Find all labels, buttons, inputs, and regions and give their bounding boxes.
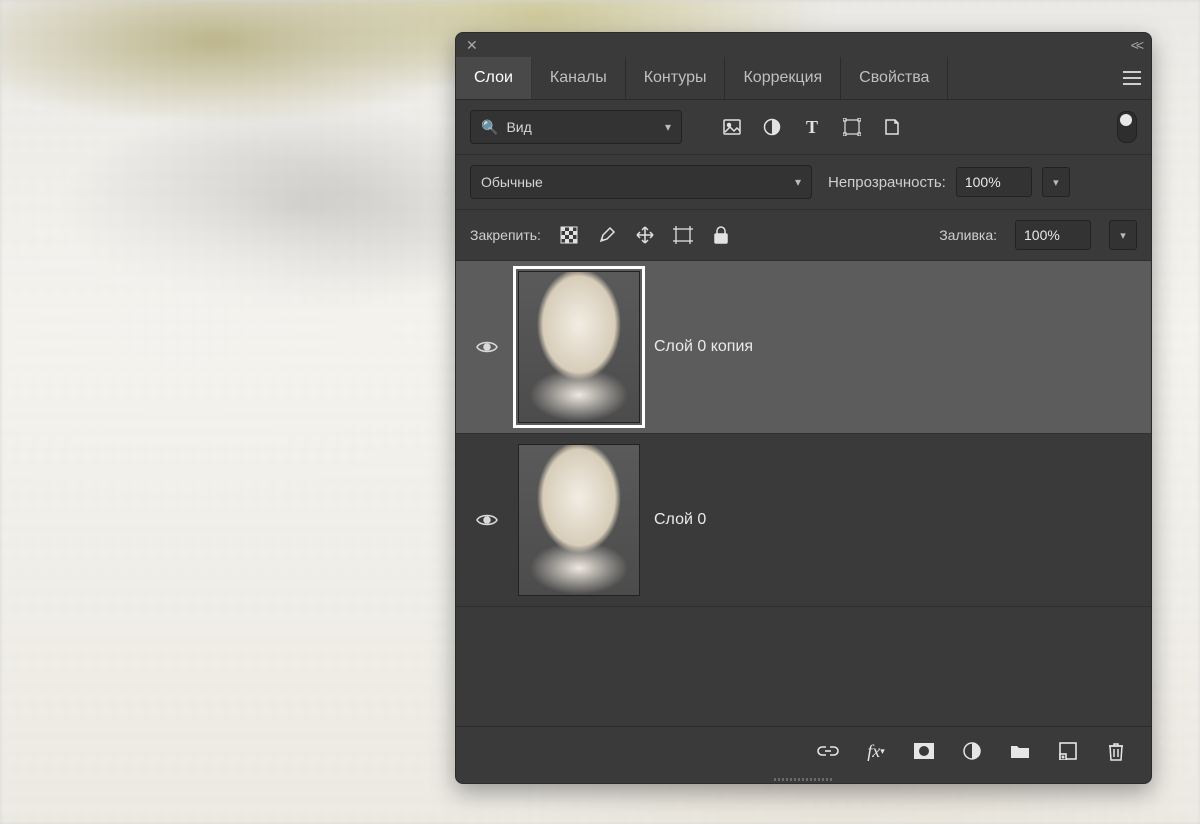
blend-mode-value: Обычные xyxy=(481,174,543,190)
layers-footer: fx▾ xyxy=(456,726,1151,775)
adjustment-icon[interactable] xyxy=(762,117,782,137)
panel-tabs: Слои Каналы Контуры Коррекция Свойства xyxy=(456,57,1151,100)
tab-label: Каналы xyxy=(550,69,607,87)
visibility-eye-icon[interactable] xyxy=(470,339,504,355)
tab-label: Слои xyxy=(474,69,513,87)
search-icon: 🔍 xyxy=(481,119,498,136)
layers-panel: ✕ << Слои Каналы Контуры Коррекция Свойс… xyxy=(455,32,1152,784)
filter-toggle[interactable] xyxy=(1117,111,1137,143)
close-icon[interactable]: ✕ xyxy=(466,37,478,54)
fill-label: Заливка: xyxy=(939,227,997,243)
shape-icon[interactable] xyxy=(842,117,862,137)
chevron-down-icon: ▾ xyxy=(665,120,671,134)
panel-menu-icon[interactable] xyxy=(1113,57,1151,99)
opacity-chevron[interactable]: ▾ xyxy=(1042,167,1070,197)
lock-fill-row: Закрепить: Заливка: 100% ▾ xyxy=(456,210,1151,261)
fill-chevron[interactable]: ▾ xyxy=(1109,220,1137,250)
layer-row[interactable]: Слой 0 копия xyxy=(456,261,1151,434)
lock-label: Закрепить: xyxy=(470,227,541,243)
tab-adjustments[interactable]: Коррекция xyxy=(725,57,841,99)
fx-icon[interactable]: fx▾ xyxy=(865,740,887,762)
tab-properties[interactable]: Свойства xyxy=(841,57,948,99)
opacity-label: Непрозрачность: xyxy=(828,174,946,191)
newlayer-icon[interactable] xyxy=(1057,740,1079,762)
layer-filter-row: 🔍 Вид ▾ T xyxy=(456,100,1151,155)
adjustmentlayer-icon[interactable] xyxy=(961,740,983,762)
type-icon[interactable]: T xyxy=(802,117,822,137)
layer-name[interactable]: Слой 0 копия xyxy=(654,338,753,356)
layer-list: Слой 0 копия Слой 0 xyxy=(456,261,1151,726)
tab-layers[interactable]: Слои xyxy=(456,57,532,99)
lock-pixels-icon[interactable] xyxy=(597,225,617,245)
layer-name[interactable]: Слой 0 xyxy=(654,511,706,529)
lock-transparency-icon[interactable] xyxy=(559,225,579,245)
tab-label: Коррекция xyxy=(743,69,822,87)
fill-value: 100% xyxy=(1024,227,1060,243)
layer-thumbnail[interactable] xyxy=(518,444,640,596)
panel-titlebar: ✕ << xyxy=(456,33,1151,57)
filter-type-icons: T xyxy=(722,117,902,137)
trash-icon[interactable] xyxy=(1105,740,1127,762)
group-icon[interactable] xyxy=(1009,740,1031,762)
fill-value-input[interactable]: 100% xyxy=(1015,220,1091,250)
mask-icon[interactable] xyxy=(913,740,935,762)
tab-label: Контуры xyxy=(644,69,707,87)
link-icon[interactable] xyxy=(817,740,839,762)
lock-position-icon[interactable] xyxy=(635,225,655,245)
collapse-icon[interactable]: << xyxy=(1131,37,1141,53)
resize-grip[interactable] xyxy=(456,775,1151,783)
smartobject-icon[interactable] xyxy=(882,117,902,137)
filter-kind-label: Вид xyxy=(506,119,531,135)
visibility-eye-icon[interactable] xyxy=(470,512,504,528)
tab-channels[interactable]: Каналы xyxy=(532,57,626,99)
layer-row[interactable]: Слой 0 xyxy=(456,434,1151,607)
opacity-value-input[interactable]: 100% xyxy=(956,167,1032,197)
layer-thumbnail[interactable] xyxy=(518,271,640,423)
tab-paths[interactable]: Контуры xyxy=(626,57,726,99)
filter-kind-select[interactable]: 🔍 Вид ▾ xyxy=(470,110,682,144)
blend-opacity-row: Обычные ▾ Непрозрачность: 100% ▾ xyxy=(456,155,1151,210)
image-icon[interactable] xyxy=(722,117,742,137)
opacity-value: 100% xyxy=(965,174,1001,190)
lock-all-icon[interactable] xyxy=(711,225,731,245)
lock-artboard-icon[interactable] xyxy=(673,225,693,245)
chevron-down-icon: ▾ xyxy=(795,175,801,189)
tab-label: Свойства xyxy=(859,69,929,87)
blend-mode-select[interactable]: Обычные ▾ xyxy=(470,165,812,199)
